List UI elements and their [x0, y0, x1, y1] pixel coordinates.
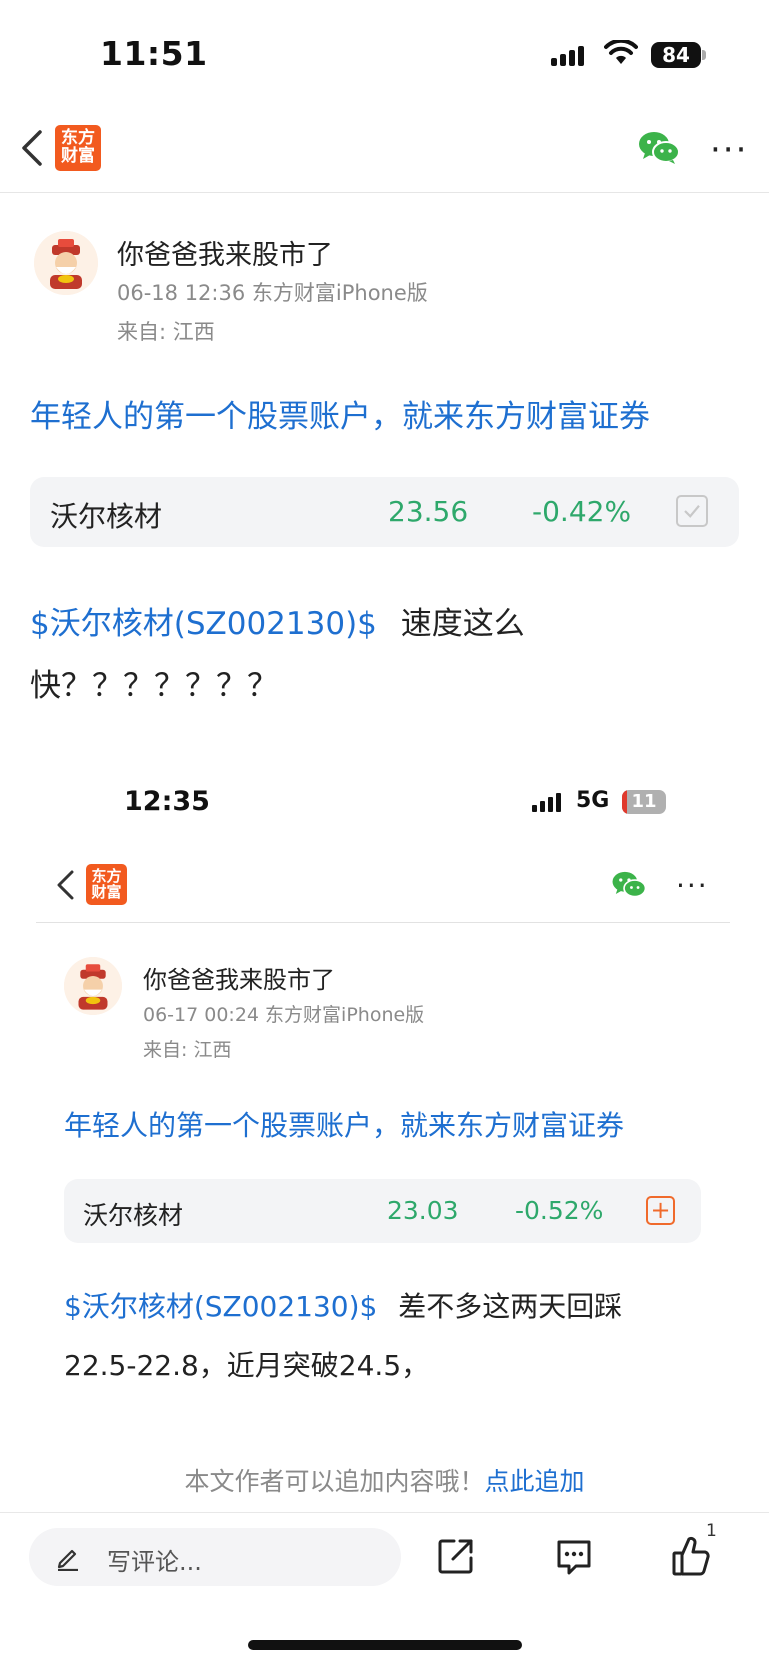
- embedded-body-text-b: 22.5-22.8，近月突破24.5，: [64, 1349, 430, 1382]
- post-location: 来自: 江西: [117, 320, 215, 344]
- embedded-wechat-icon: [612, 871, 647, 898]
- stock-name: 沃尔核材: [50, 500, 163, 533]
- eastmoney-logo[interactable]: 东方 财富: [55, 125, 101, 171]
- post-body: $沃尔核材(SZ002130)$ 速度这么 快？？？？？？？: [30, 593, 750, 717]
- added-checkbox-icon[interactable]: [676, 495, 708, 527]
- battery-nub: [702, 50, 706, 60]
- pencil-icon: [57, 1549, 78, 1571]
- embedded-stock-change: -0.52%: [515, 1196, 604, 1225]
- embedded-stock-mention: $沃尔核材(SZ002130)$: [64, 1290, 378, 1323]
- stock-price: 23.56: [388, 495, 469, 528]
- add-watchlist-icon: +: [646, 1196, 675, 1225]
- embedded-author-name: 你爸爸我来股市了: [143, 966, 335, 994]
- embedded-logo-line2: 财富: [91, 882, 122, 901]
- post-body-text-b: 快？？？？？？？: [30, 668, 278, 704]
- append-content-link[interactable]: 点此追加: [485, 1467, 585, 1496]
- embedded-promo-text: 年轻人的第一个股票账户，就来东方财富证券: [64, 1109, 625, 1142]
- embedded-post-body: $沃尔核材(SZ002130)$ 差不多这两天回踩 22.5-22.8，近月突破…: [64, 1277, 744, 1395]
- stock-card[interactable]: 沃尔核材 23.56 -0.42%: [30, 477, 739, 547]
- post-timestamp: 06-18 12:36 东方财富iPhone版: [117, 281, 428, 305]
- author-name[interactable]: 你爸爸我来股市了: [117, 233, 333, 272]
- comment-icon[interactable]: [554, 1537, 594, 1577]
- wechat-icon[interactable]: [638, 131, 680, 165]
- post-body-text-a: 速度这么: [400, 606, 525, 642]
- promo-link[interactable]: 年轻人的第一个股票账户，就来东方财富证券: [30, 391, 650, 436]
- stock-change: -0.42%: [532, 495, 632, 528]
- embedded-eastmoney-logo: 东方 财富: [86, 864, 127, 905]
- embedded-network: 5G: [576, 788, 610, 813]
- stock-mention-link[interactable]: $沃尔核材(SZ002130)$: [30, 606, 377, 642]
- home-indicator[interactable]: [248, 1640, 522, 1650]
- embedded-divider: [36, 922, 730, 923]
- embedded-stock-price: 23.03: [387, 1196, 459, 1225]
- embedded-body-text-a: 差不多这两天回踩: [398, 1290, 623, 1323]
- embedded-stock-name: 沃尔核材: [83, 1201, 184, 1230]
- embedded-battery-text: 11: [631, 791, 657, 812]
- cellular-signal-icon: [551, 44, 591, 66]
- embedded-stock-card: 沃尔核材 23.03 -0.52% +: [64, 1179, 701, 1243]
- wifi-icon: [604, 40, 638, 64]
- append-notice-text: 本文作者可以追加内容哦！: [184, 1467, 485, 1496]
- nav-divider: [0, 192, 769, 193]
- battery-indicator: 84: [651, 42, 701, 68]
- author-avatar[interactable]: [34, 231, 98, 295]
- like-count: 1: [706, 1521, 717, 1541]
- more-options-button[interactable]: ···: [710, 133, 748, 167]
- append-notice: 本文作者可以追加内容哦！点此追加: [0, 1462, 769, 1498]
- embedded-battery: 11: [622, 790, 666, 814]
- embedded-status-time: 12:35: [124, 786, 210, 817]
- logo-text-line2: 财富: [61, 146, 95, 166]
- share-icon[interactable]: [436, 1536, 476, 1576]
- embedded-back-chevron-icon: [57, 870, 74, 900]
- embedded-more-icon: ···: [676, 869, 709, 902]
- thumbs-up-icon[interactable]: [671, 1535, 711, 1577]
- embedded-post-timestamp: 06-17 00:24 东方财富iPhone版: [143, 1004, 425, 1026]
- bottom-divider: [0, 1512, 769, 1513]
- status-time: 11:51: [100, 34, 208, 73]
- back-chevron-icon[interactable]: [18, 128, 48, 168]
- embedded-author-avatar: [64, 957, 122, 1015]
- comment-input[interactable]: 写评论...: [29, 1528, 401, 1586]
- embedded-signal-icon: [532, 792, 566, 812]
- comment-placeholder: 写评论...: [107, 1548, 202, 1576]
- embedded-post-location: 来自: 江西: [143, 1039, 232, 1061]
